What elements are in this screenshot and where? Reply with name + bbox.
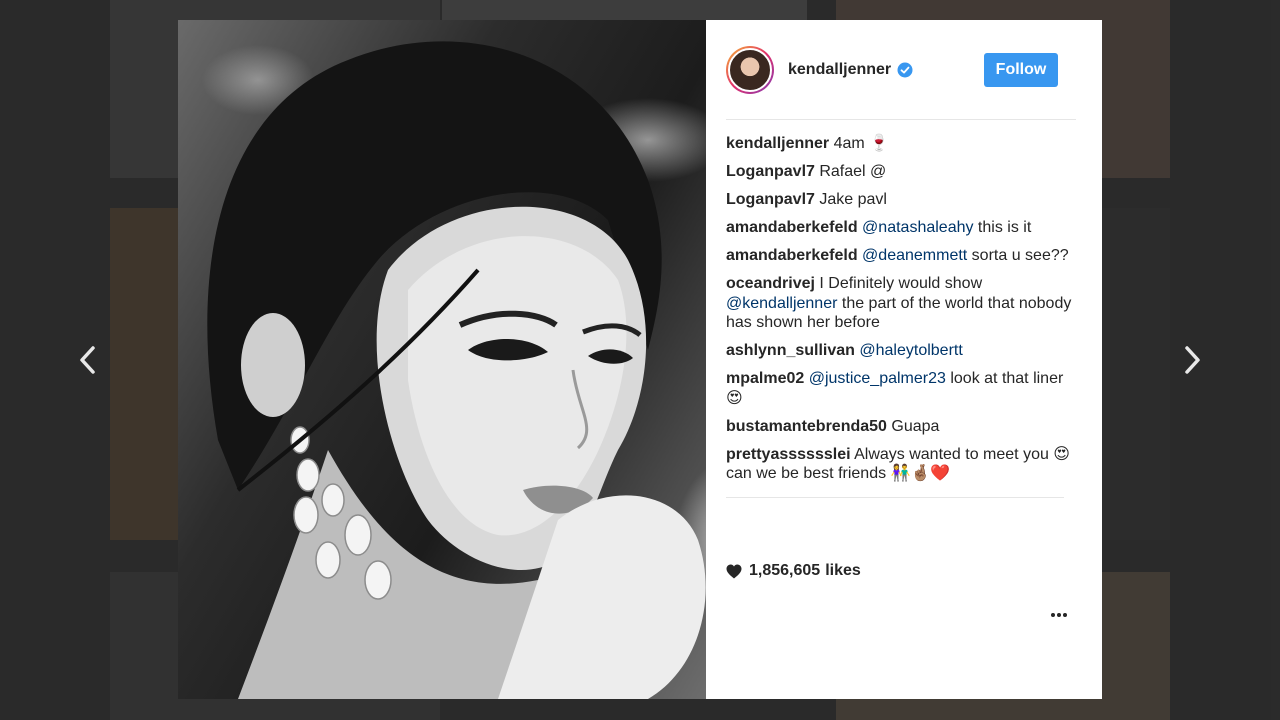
comment-text: sorta u see?? <box>967 247 1069 264</box>
avatar-image <box>728 47 772 92</box>
post-header: kendalljenner Follow <box>726 20 1076 120</box>
comment-item: prettyasssssslei Always wanted to meet y… <box>726 445 1082 484</box>
comment-mention[interactable]: @haleytolbertt <box>855 342 962 359</box>
more-options-icon-dot <box>1057 613 1061 617</box>
comment-item: Loganpavl7 Jake pavl <box>726 190 1082 210</box>
comment-text: 4am 🍷 <box>829 135 890 152</box>
portrait-illustration <box>207 41 706 699</box>
divider <box>726 496 1064 498</box>
avatar[interactable] <box>726 45 774 94</box>
comment-item: kendalljenner 4am 🍷 <box>726 134 1082 154</box>
heart-icon <box>726 564 742 578</box>
comment-text: Guapa <box>886 417 940 435</box>
comment-author[interactable]: Loganpavl7 <box>726 163 815 180</box>
post-sidebar: kendalljenner Follow kendalljenner 4am 🍷… <box>706 20 1102 699</box>
follow-button[interactable]: Follow <box>984 52 1058 87</box>
comment-author[interactable]: ashlynn_sullivan <box>726 342 855 359</box>
comment-author[interactable]: kendalljenner <box>726 135 829 152</box>
next-post-button[interactable] <box>1178 344 1206 376</box>
comment-text: this is it <box>973 219 1032 236</box>
comment-author[interactable]: prettyasssssslei <box>726 446 851 463</box>
comments-list: kendalljenner 4am 🍷 Loganpavl7 Rafael @ … <box>726 120 1082 498</box>
comment-item: amandaberkefeld @deanemmett sorta u see?… <box>726 246 1082 266</box>
likes-label: likes <box>825 562 861 579</box>
more-options-icon-dot <box>1063 613 1067 617</box>
comment-item: bustamantebrenda50 Guapa <box>726 417 1082 437</box>
comment-mention[interactable]: @justice_palmer23 <box>804 370 946 387</box>
more-options-icon <box>1051 613 1055 617</box>
likes-count: 1,856,605 <box>749 562 821 579</box>
username-link[interactable]: kendalljenner <box>788 61 891 79</box>
comment-author[interactable]: mpalme02 <box>726 370 804 387</box>
comment-text: I Definitely would show <box>814 275 983 292</box>
comment-mention[interactable]: @deanemmett <box>858 247 967 264</box>
comment-item: amandaberkefeld @natashaleahy this is it <box>726 218 1082 238</box>
comment-item: Loganpavl7 Rafael @ <box>726 162 1082 182</box>
likes-row[interactable]: 1,856,605 likes <box>726 562 861 580</box>
comment-mention[interactable]: @kendalljenner <box>726 295 837 312</box>
comment-author[interactable]: amandaberkefeld <box>726 247 858 264</box>
more-options-button[interactable] <box>1048 605 1070 625</box>
comment-author[interactable]: Loganpavl7 <box>726 191 815 208</box>
chevron-left-icon <box>80 346 95 374</box>
chevron-right-icon <box>1185 346 1200 374</box>
comment-item: mpalme02 @justice_palmer23 look at that … <box>726 369 1082 408</box>
comment-author[interactable]: bustamantebrenda50 <box>726 418 887 435</box>
post-modal: kendalljenner Follow kendalljenner 4am 🍷… <box>178 20 1102 699</box>
previous-post-button[interactable] <box>74 344 102 376</box>
post-photo[interactable] <box>178 20 706 699</box>
comment-text: Rafael @ <box>814 163 887 180</box>
comment-text: Jake pavl <box>814 191 887 208</box>
comment-author[interactable]: oceandrivej <box>726 275 815 292</box>
verified-badge-icon <box>897 62 913 77</box>
comment-mention[interactable]: @natashaleahy <box>858 219 973 236</box>
comment-item: oceandrivej I Definitely would show @ken… <box>726 274 1082 333</box>
comment-item: ashlynn_sullivan @haleytolbertt <box>726 341 1082 361</box>
comment-author[interactable]: amandaberkefeld <box>726 219 858 236</box>
